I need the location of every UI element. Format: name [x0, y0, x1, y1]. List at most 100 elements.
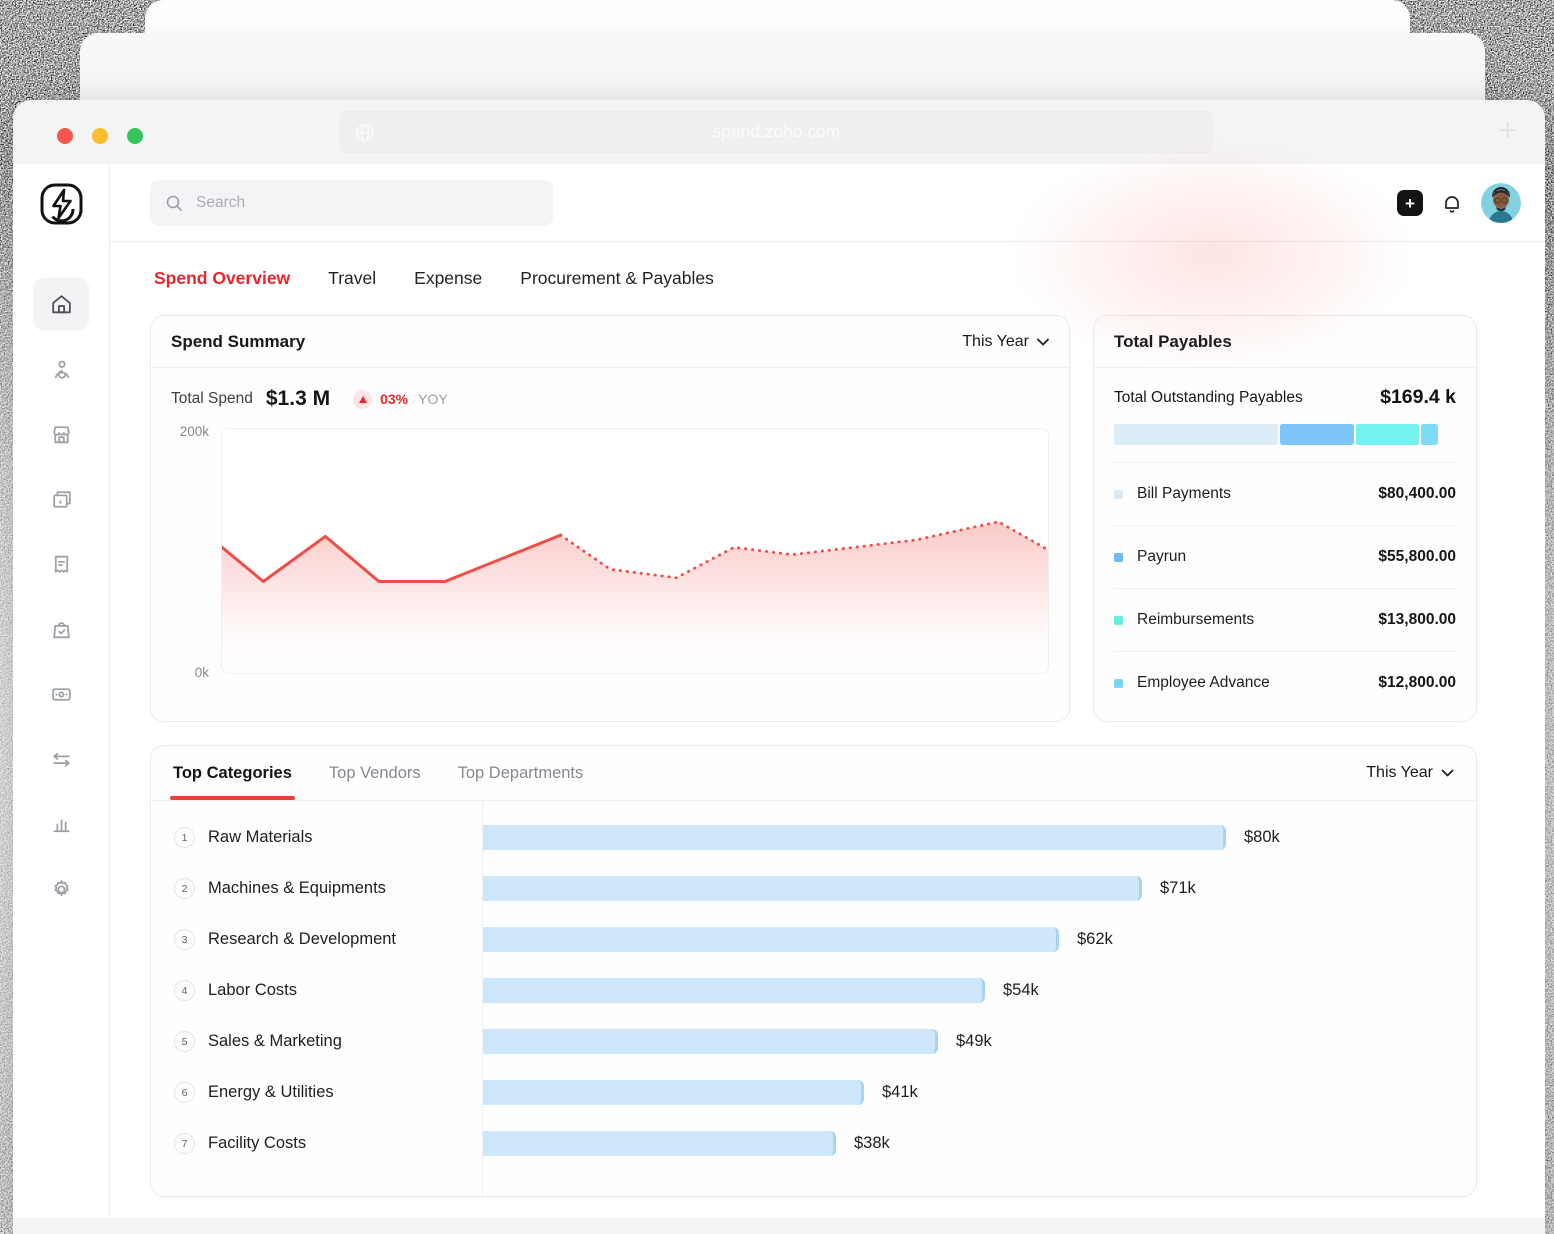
- payables-breakdown-list: Bill Payments $80,400.00 Payrun $55,800.…: [1114, 462, 1456, 714]
- total-payables-body: Total Outstanding Payables $169.4 k: [1094, 368, 1476, 714]
- search-input[interactable]: [150, 180, 553, 226]
- segment-reimbursements: [1356, 424, 1419, 445]
- category-list: 1 Raw Materials 2 Machines & Equipments …: [151, 801, 483, 1197]
- category-label: Labor Costs: [208, 981, 297, 1000]
- tab-top-categories[interactable]: Top Categories: [173, 746, 292, 800]
- category-row-raw-materials: 1 Raw Materials: [151, 812, 482, 863]
- rank-badge: 6: [174, 1082, 195, 1103]
- total-payables-title: Total Payables: [1114, 332, 1232, 352]
- category-row-machines-equipments: 2 Machines & Equipments: [151, 863, 482, 914]
- bar-row: $41k: [483, 1067, 1476, 1118]
- payables-row-value: $12,800.00: [1378, 674, 1456, 692]
- rank-badge: 4: [174, 980, 195, 1001]
- tab-procurement-payables[interactable]: Procurement & Payables: [520, 268, 714, 289]
- payables-row-value: $13,800.00: [1378, 611, 1456, 629]
- bar-row: $71k: [483, 863, 1476, 914]
- category-row-labor-costs: 4 Labor Costs: [151, 965, 482, 1016]
- bar-sales-marketing: [483, 1029, 938, 1054]
- spend-summary-title: Spend Summary: [171, 332, 305, 352]
- category-label: Research & Development: [208, 930, 396, 949]
- tab-top-departments[interactable]: Top Departments: [458, 746, 584, 800]
- payables-row-label: Payrun: [1137, 548, 1378, 566]
- minimize-window-button[interactable]: [92, 128, 108, 144]
- total-payables-header: Total Payables: [1094, 316, 1476, 368]
- tab-top-vendors[interactable]: Top Vendors: [329, 746, 421, 800]
- top-categories-chart: 1 Raw Materials 2 Machines & Equipments …: [151, 801, 1476, 1197]
- y-tick-max: 200k: [171, 424, 209, 439]
- app-logo[interactable]: [38, 180, 86, 228]
- address-bar[interactable]: spend.zoho.com: [338, 109, 1215, 155]
- user-avatar[interactable]: [1481, 183, 1521, 223]
- sidebar-item-purchases[interactable]: [33, 603, 89, 655]
- bar-value-label: $71k: [1160, 879, 1196, 898]
- sidebar: [13, 164, 110, 1218]
- tab-travel[interactable]: Travel: [328, 268, 376, 289]
- bar-row: $54k: [483, 965, 1476, 1016]
- sidebar-item-receipts[interactable]: [33, 538, 89, 590]
- sidebar-items: [13, 278, 109, 928]
- payables-row-employee-advance: Employee Advance $12,800.00: [1114, 651, 1456, 714]
- add-new-button[interactable]: +: [1397, 190, 1423, 216]
- segment-payrun: [1280, 424, 1354, 445]
- category-row-research-development: 3 Research & Development: [151, 914, 482, 965]
- total-spend-row: Total Spend $1.3 M 03% YOY: [171, 387, 1049, 411]
- bar-energy-utilities: [483, 1080, 864, 1105]
- category-bars: $80k $71k $62k: [483, 801, 1476, 1197]
- outstanding-label: Total Outstanding Payables: [1114, 389, 1303, 407]
- sidebar-item-settings[interactable]: [33, 863, 89, 915]
- globe-icon: [354, 122, 376, 144]
- close-window-button[interactable]: [57, 128, 73, 144]
- category-row-energy-utilities: 6 Energy & Utilities: [151, 1067, 482, 1118]
- category-label: Energy & Utilities: [208, 1083, 334, 1102]
- yoy-up-indicator: [353, 390, 372, 409]
- payables-row-label: Bill Payments: [1137, 485, 1378, 503]
- category-label: Raw Materials: [208, 828, 313, 847]
- outstanding-payables-row: Total Outstanding Payables $169.4 k: [1114, 386, 1456, 409]
- period-value: This Year: [962, 333, 1029, 351]
- yoy-label: YOY: [418, 391, 448, 407]
- top-spend-header: Top Categories Top Vendors Top Departmen…: [151, 746, 1476, 801]
- category-row-facility-costs: 7 Facility Costs: [151, 1118, 482, 1169]
- bar-value-label: $62k: [1077, 930, 1113, 949]
- category-label: Machines & Equipments: [208, 879, 386, 898]
- top-spend-period-dropdown[interactable]: This Year: [1366, 764, 1454, 782]
- sidebar-item-cards[interactable]: [33, 473, 89, 525]
- line-chart-svg: [222, 429, 1048, 673]
- outstanding-value: $169.4 k: [1380, 386, 1456, 409]
- bar-value-label: $38k: [854, 1134, 890, 1153]
- sidebar-item-users[interactable]: [33, 343, 89, 395]
- sidebar-item-payments[interactable]: [33, 668, 89, 720]
- window-controls: [57, 128, 143, 144]
- bar-labor-costs: [483, 978, 985, 1003]
- new-tab-button[interactable]: +: [1498, 114, 1517, 146]
- browser-window: spend.zoho.com +: [13, 100, 1545, 1234]
- sidebar-item-home[interactable]: [33, 278, 89, 330]
- notifications-bell-icon[interactable]: [1440, 191, 1464, 215]
- tab-spend-overview[interactable]: Spend Overview: [154, 268, 290, 289]
- chevron-down-icon: [1441, 769, 1454, 777]
- rank-badge: 7: [174, 1133, 195, 1154]
- payables-row-label: Reimbursements: [1137, 611, 1378, 629]
- bar-value-label: $49k: [956, 1032, 992, 1051]
- tab-expense[interactable]: Expense: [414, 268, 482, 289]
- segment-bill-payments: [1114, 424, 1278, 445]
- main-content: Spend Overview Travel Expense Procuremen…: [110, 242, 1545, 1218]
- sidebar-item-store[interactable]: [33, 408, 89, 460]
- rank-badge: 2: [174, 878, 195, 899]
- spend-summary-period-dropdown[interactable]: This Year: [962, 333, 1049, 351]
- top-cards-row: Spend Summary This Year Total Spend $1.3…: [150, 315, 1477, 722]
- sidebar-item-reports[interactable]: [33, 798, 89, 850]
- cards-icon: [49, 487, 74, 512]
- bar-value-label: $80k: [1244, 828, 1280, 847]
- header-actions: +: [1397, 183, 1521, 223]
- browser-chrome: spend.zoho.com +: [13, 100, 1545, 164]
- payables-segmented-bar: [1114, 424, 1456, 445]
- total-spend-label: Total Spend: [171, 390, 253, 408]
- bar-row: $49k: [483, 1016, 1476, 1067]
- category-label: Sales & Marketing: [208, 1032, 342, 1051]
- sidebar-item-transfers[interactable]: [33, 733, 89, 785]
- bar-research-development: [483, 927, 1059, 952]
- app-header: +: [110, 164, 1545, 242]
- maximize-window-button[interactable]: [127, 128, 143, 144]
- bar-value-label: $41k: [882, 1083, 918, 1102]
